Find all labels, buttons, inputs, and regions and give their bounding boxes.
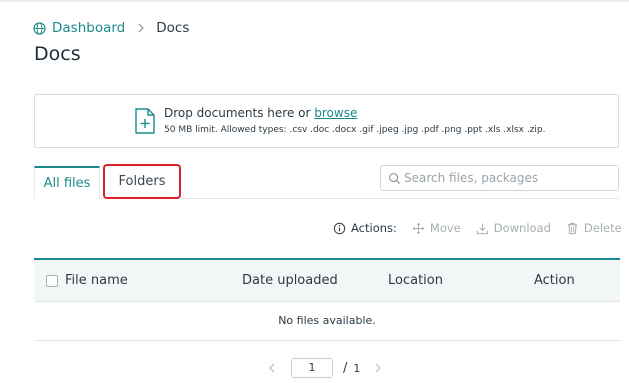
- search-box[interactable]: [380, 165, 619, 191]
- tab-folders[interactable]: Folders: [103, 164, 181, 199]
- column-action: Action: [534, 273, 575, 288]
- upload-prompt: Drop documents here or browse: [164, 106, 357, 120]
- tab-all-files[interactable]: All files: [34, 166, 100, 199]
- download-label: Download: [493, 221, 551, 235]
- page-title: Docs: [34, 43, 81, 65]
- column-file-name[interactable]: File name: [65, 273, 128, 288]
- breadcrumb: Dashboard Docs: [33, 19, 189, 37]
- upload-limits: 50 MB limit. Allowed types: .csv .doc .d…: [164, 125, 546, 135]
- chevron-right-icon: [138, 23, 145, 33]
- chevron-left-icon[interactable]: [266, 362, 278, 374]
- table-empty-row: No files available.: [34, 302, 620, 341]
- delete-button[interactable]: Delete: [566, 221, 622, 235]
- select-all-checkbox[interactable]: [46, 275, 58, 287]
- move-button[interactable]: Move: [412, 221, 461, 235]
- page-separator: /: [343, 360, 348, 376]
- actions-label-text: Actions:: [351, 221, 397, 235]
- actions-bar: Actions: Move Download Delete: [333, 219, 622, 237]
- top-divider: [0, 0, 629, 2]
- empty-message: No files available.: [278, 314, 376, 327]
- table-header: File name Date uploaded Location Action: [34, 258, 620, 302]
- upload-prompt-text: Drop documents here or: [164, 106, 315, 120]
- upload-dropzone[interactable]: Drop documents here or browse 50 MB limi…: [34, 94, 619, 148]
- column-location[interactable]: Location: [388, 273, 443, 288]
- trash-icon: [567, 222, 578, 234]
- column-date-uploaded[interactable]: Date uploaded: [242, 273, 338, 288]
- globe-icon: [33, 21, 46, 35]
- chevron-right-icon[interactable]: [372, 362, 384, 374]
- download-icon: [476, 222, 488, 234]
- breadcrumb-dashboard-link[interactable]: Dashboard: [52, 20, 125, 36]
- search-input[interactable]: [404, 171, 604, 185]
- search-icon: [389, 172, 401, 184]
- move-icon: [412, 222, 425, 234]
- info-icon: [333, 222, 346, 234]
- move-label: Move: [429, 221, 461, 235]
- page-number-input[interactable]: 1: [291, 358, 333, 378]
- page-total: 1: [353, 361, 361, 375]
- file-add-icon: [135, 108, 155, 134]
- breadcrumb-current: Docs: [156, 20, 190, 36]
- delete-label: Delete: [583, 221, 622, 235]
- download-button[interactable]: Download: [476, 221, 551, 235]
- browse-link[interactable]: browse: [314, 106, 357, 120]
- pagination: 1 / 1: [266, 357, 384, 379]
- actions-label: Actions:: [333, 221, 397, 235]
